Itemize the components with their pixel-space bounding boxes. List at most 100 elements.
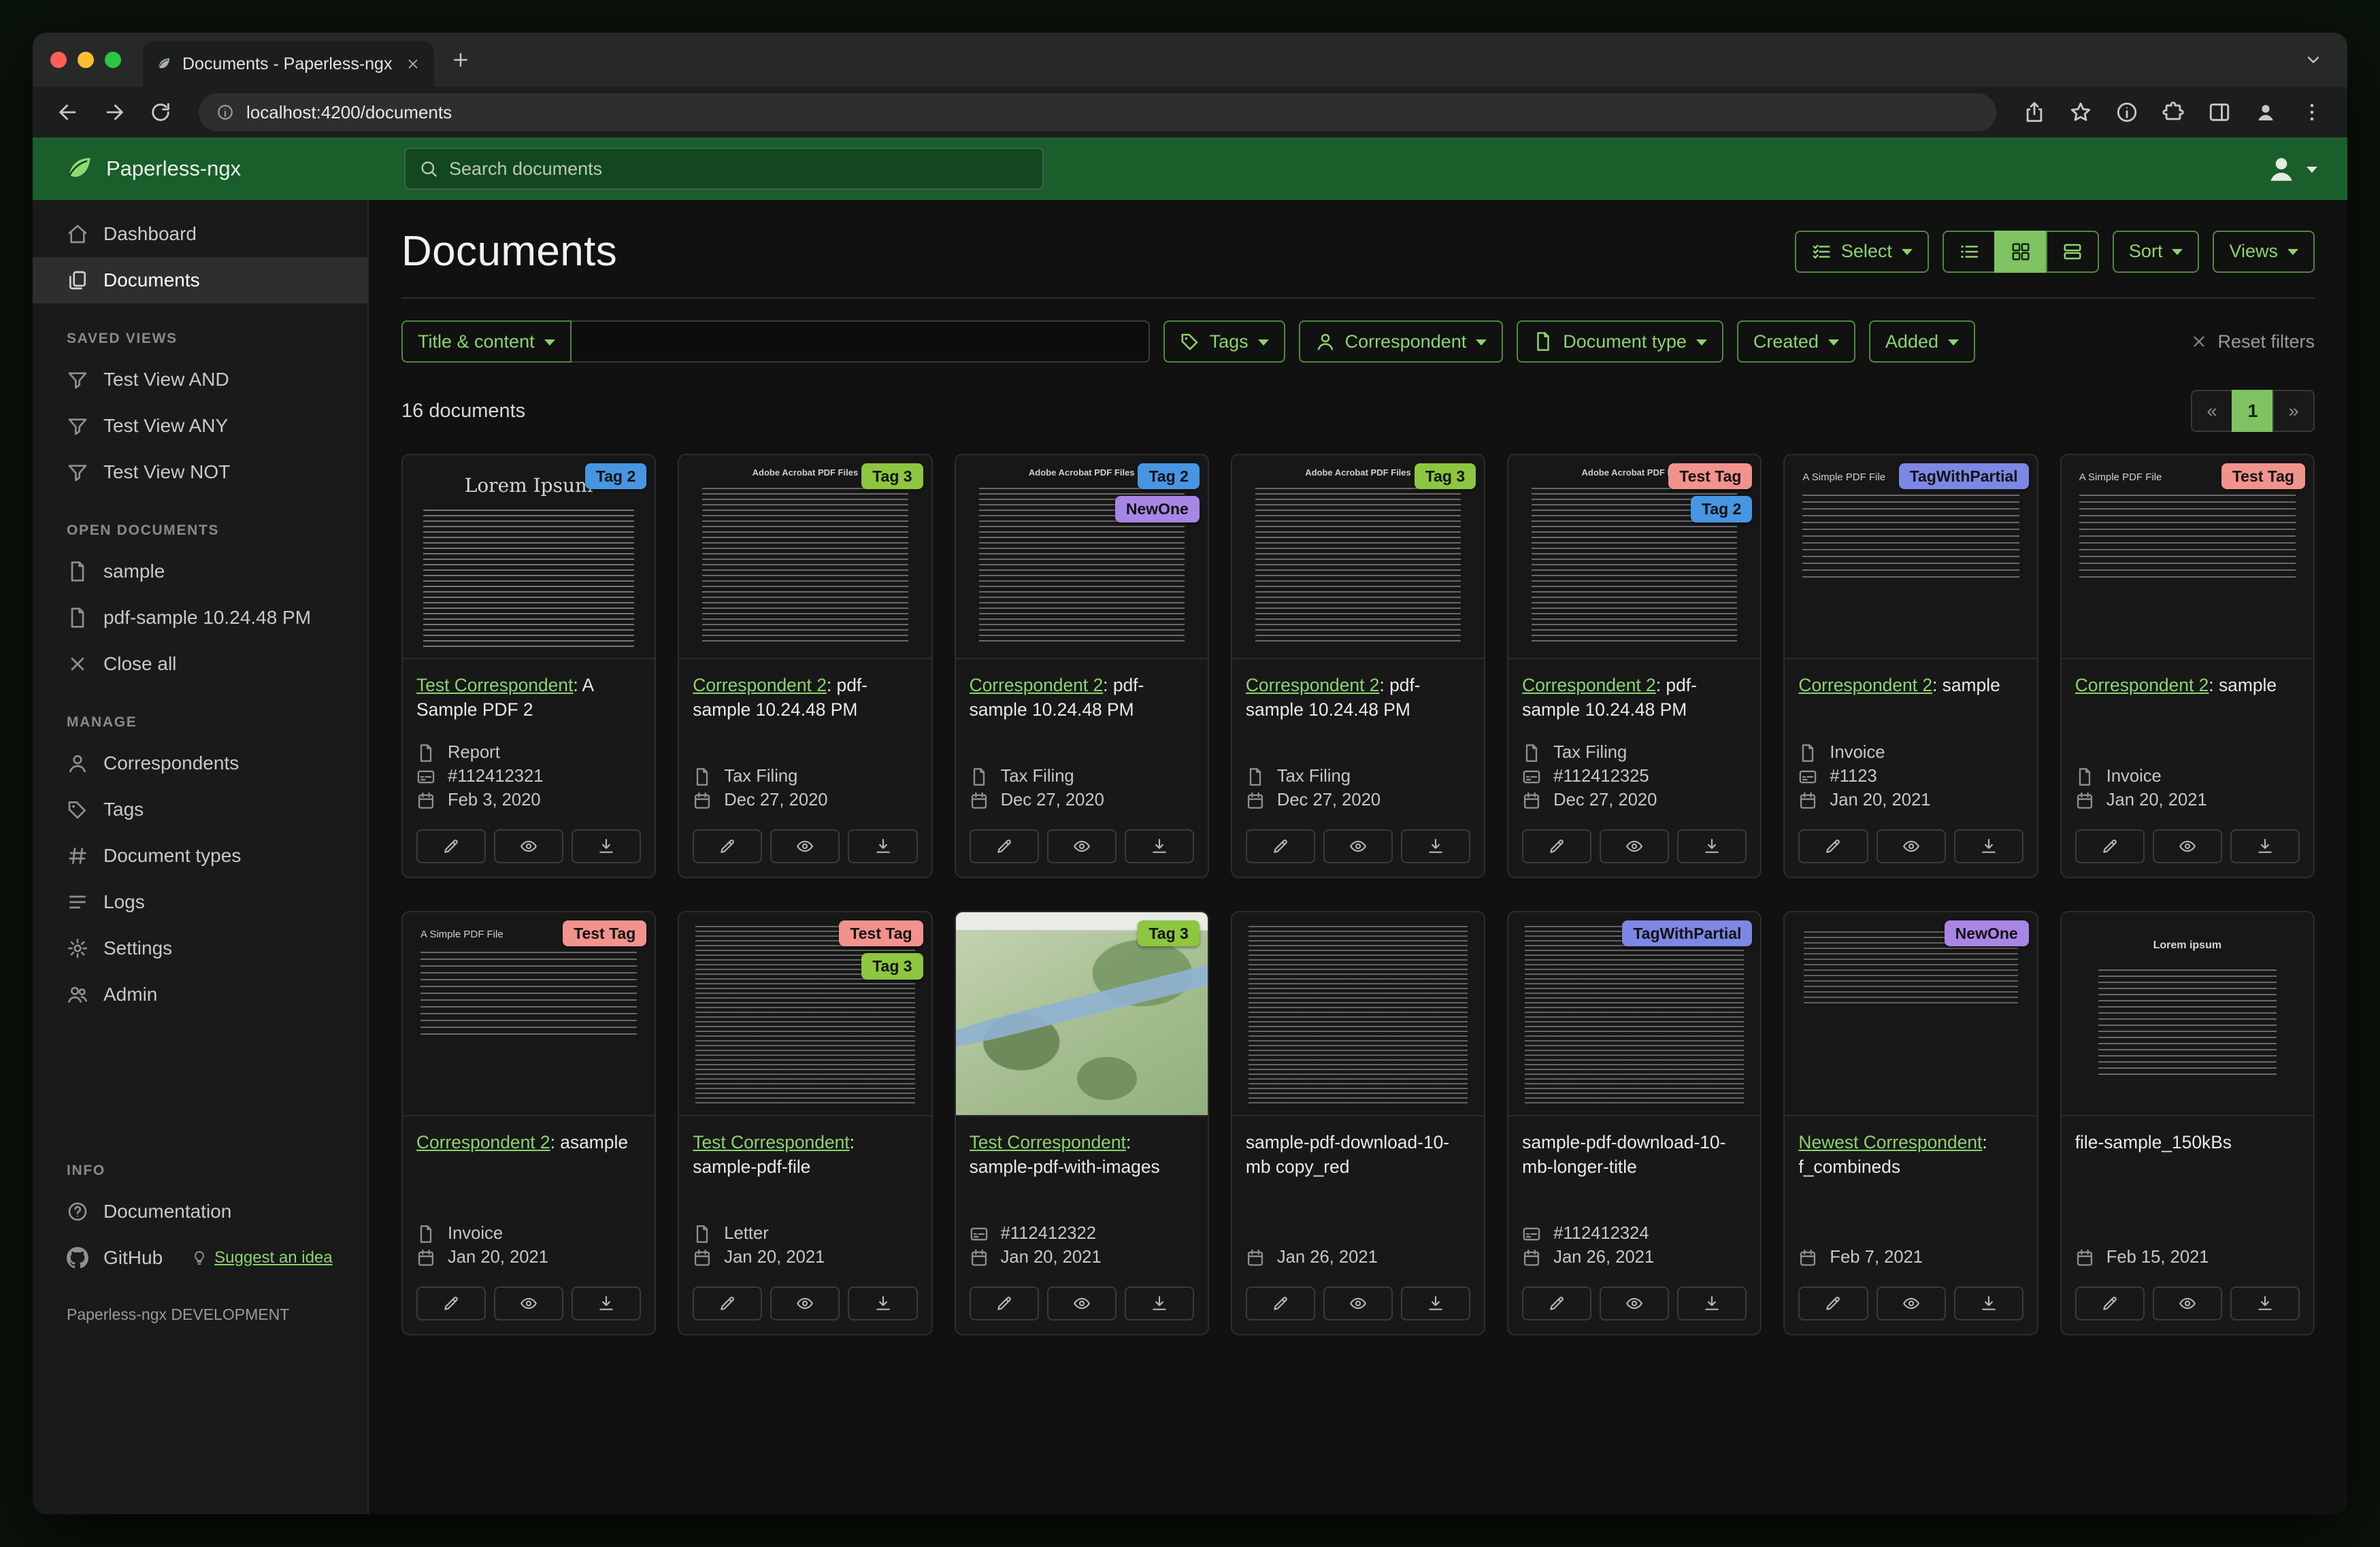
download-button[interactable] — [572, 829, 642, 863]
sidebar-item-documents[interactable]: Documents — [33, 257, 367, 303]
tag-badge[interactable]: Test Tag — [1668, 463, 1753, 490]
select-button[interactable]: Select — [1794, 230, 1929, 273]
sidebar-item-document-types[interactable]: Document types — [33, 833, 367, 879]
view-button[interactable] — [1600, 829, 1670, 863]
view-button[interactable] — [1046, 1286, 1117, 1320]
new-tab-button[interactable] — [450, 50, 471, 70]
download-button[interactable] — [2230, 1286, 2300, 1320]
forward-button[interactable] — [95, 93, 133, 131]
extensions-puzzle-button[interactable] — [2154, 93, 2192, 131]
share-button[interactable] — [2015, 93, 2053, 131]
global-search[interactable] — [404, 148, 1044, 190]
side-panel-button[interactable] — [2200, 93, 2238, 131]
tag-badge[interactable]: TagWithPartial — [1622, 920, 1753, 947]
document-card[interactable]: Lorem ipsum file-sample_150kBs Feb 15, 202… — [2060, 911, 2315, 1335]
document-correspondent-link[interactable]: Correspondent 2 — [693, 675, 827, 695]
download-button[interactable] — [1401, 829, 1471, 863]
edit-button[interactable] — [1798, 829, 1868, 863]
zoom-window-button[interactable] — [105, 52, 121, 68]
download-button[interactable] — [1124, 829, 1194, 863]
view-button[interactable] — [1876, 829, 1946, 863]
edit-button[interactable] — [2075, 829, 2145, 863]
filter-document-type-button[interactable]: Document type — [1517, 320, 1723, 363]
document-card[interactable]: TagWithPartial sample-pdf-download-10-mb-… — [1507, 911, 1762, 1335]
sidebar-item-dashboard[interactable]: Dashboard — [33, 211, 367, 257]
sidebar-item-sample[interactable]: sample — [33, 548, 367, 595]
view-button[interactable] — [1046, 829, 1117, 863]
download-button[interactable] — [2230, 829, 2300, 863]
tag-badge[interactable]: Test Tag — [2221, 463, 2305, 490]
tag-badge[interactable]: Test Tag — [839, 920, 923, 947]
tag-badge[interactable]: Tag 3 — [861, 953, 923, 980]
sidebar-item-tags[interactable]: Tags — [33, 786, 367, 833]
tag-badge[interactable]: Test Tag — [563, 920, 647, 947]
tag-badge[interactable]: Tag 2 — [1138, 463, 1200, 490]
tag-badge[interactable]: NewOne — [1944, 920, 2029, 947]
document-card[interactable]: A Simple PDF File Test Tag Correspondent 2… — [2060, 454, 2315, 878]
sidebar-item-admin[interactable]: Admin — [33, 971, 367, 1018]
user-menu[interactable] — [2264, 152, 2317, 186]
download-button[interactable] — [1677, 1286, 1747, 1320]
document-correspondent-link[interactable]: Correspondent 2 — [2075, 675, 2209, 695]
tab-close-icon[interactable] — [406, 56, 420, 71]
app-logo[interactable]: Paperless-ngx — [33, 154, 369, 183]
tag-badge[interactable]: Tag 2 — [1691, 496, 1753, 522]
title-content-filter-input[interactable] — [571, 320, 1150, 363]
tag-badge[interactable]: Tag 3 — [861, 463, 923, 490]
document-correspondent-link[interactable]: Newest Correspondent — [1798, 1132, 1982, 1152]
sidebar-item-close-all[interactable]: Close all — [33, 641, 367, 687]
download-button[interactable] — [1401, 1286, 1471, 1320]
document-card[interactable]: Lorem Ipsum Tag 2 Test Correspondent: A Sa… — [401, 454, 657, 878]
document-correspondent-link[interactable]: Correspondent 2 — [1798, 675, 1932, 695]
document-card[interactable]: Adobe Acrobat PDF Files Tag 3 Corresponden… — [678, 454, 933, 878]
view-button[interactable] — [1323, 1286, 1393, 1320]
tab-search-chevron-icon[interactable] — [2304, 50, 2323, 69]
document-card[interactable]: Adobe Acrobat PDF Files Test Tag Tag 2 Corr… — [1507, 454, 1762, 878]
sidebar-item-github[interactable]: GitHub Suggest an idea — [33, 1235, 367, 1281]
tag-badge[interactable]: Tag 3 — [1138, 920, 1200, 947]
edit-button[interactable] — [1522, 1286, 1592, 1320]
reload-button[interactable] — [142, 93, 180, 131]
page-status-icon[interactable] — [2108, 93, 2146, 131]
filter-correspondent-button[interactable]: Correspondent — [1298, 320, 1504, 363]
filter-created-button[interactable]: Created — [1736, 320, 1855, 363]
edit-button[interactable] — [1245, 829, 1315, 863]
filter-added-button[interactable]: Added — [1868, 320, 1975, 363]
download-button[interactable] — [848, 829, 918, 863]
tag-badge[interactable]: Tag 2 — [584, 463, 647, 490]
views-button[interactable]: Views — [2213, 230, 2315, 273]
document-card[interactable]: sample-pdf-download-10-mb copy_red Jan 26… — [1230, 911, 1486, 1335]
document-correspondent-link[interactable]: Correspondent 2 — [416, 1132, 550, 1152]
sidebar-item-documentation[interactable]: Documentation — [33, 1188, 367, 1235]
document-card[interactable]: Adobe Acrobat PDF Files Tag 3 Corresponden… — [1230, 454, 1486, 878]
back-button[interactable] — [49, 93, 87, 131]
bookmark-star-button[interactable] — [2062, 93, 2100, 131]
minimize-window-button[interactable] — [78, 52, 94, 68]
reset-filters-button[interactable]: Reset filters — [2190, 331, 2315, 352]
download-button[interactable] — [572, 1286, 642, 1320]
grid-view-button[interactable] — [1994, 230, 2047, 273]
edit-button[interactable] — [693, 829, 763, 863]
download-button[interactable] — [1677, 829, 1747, 863]
document-card[interactable]: Test Tag Tag 3 Test Correspondent: sample-… — [678, 911, 933, 1335]
sidebar-item-logs[interactable]: Logs — [33, 879, 367, 925]
sidebar-item-test-view-any[interactable]: Test View ANY — [33, 403, 367, 449]
address-bar[interactable]: localhost:4200/documents — [199, 93, 1996, 131]
sidebar-item-correspondents[interactable]: Correspondents — [33, 740, 367, 786]
download-button[interactable] — [1953, 829, 2023, 863]
edit-button[interactable] — [416, 1286, 486, 1320]
document-card[interactable]: NewOne Newest Correspondent: f_combineds F… — [1783, 911, 2038, 1335]
detail-view-button[interactable] — [2045, 230, 2099, 273]
edit-button[interactable] — [969, 829, 1039, 863]
document-correspondent-link[interactable]: Correspondent 2 — [970, 675, 1104, 695]
close-window-button[interactable] — [50, 52, 67, 68]
edit-button[interactable] — [969, 1286, 1039, 1320]
view-button[interactable] — [770, 1286, 840, 1320]
edit-button[interactable] — [1245, 1286, 1315, 1320]
document-card[interactable]: A Simple PDF File Test Tag Correspondent 2… — [401, 911, 657, 1335]
document-correspondent-link[interactable]: Test Correspondent — [693, 1132, 849, 1152]
tag-badge[interactable]: Tag 3 — [1414, 463, 1476, 490]
document-card[interactable]: Tag 3 Test Correspondent: sample-pdf-with… — [954, 911, 1209, 1335]
download-button[interactable] — [848, 1286, 918, 1320]
document-correspondent-link[interactable]: Correspondent 2 — [1246, 675, 1380, 695]
